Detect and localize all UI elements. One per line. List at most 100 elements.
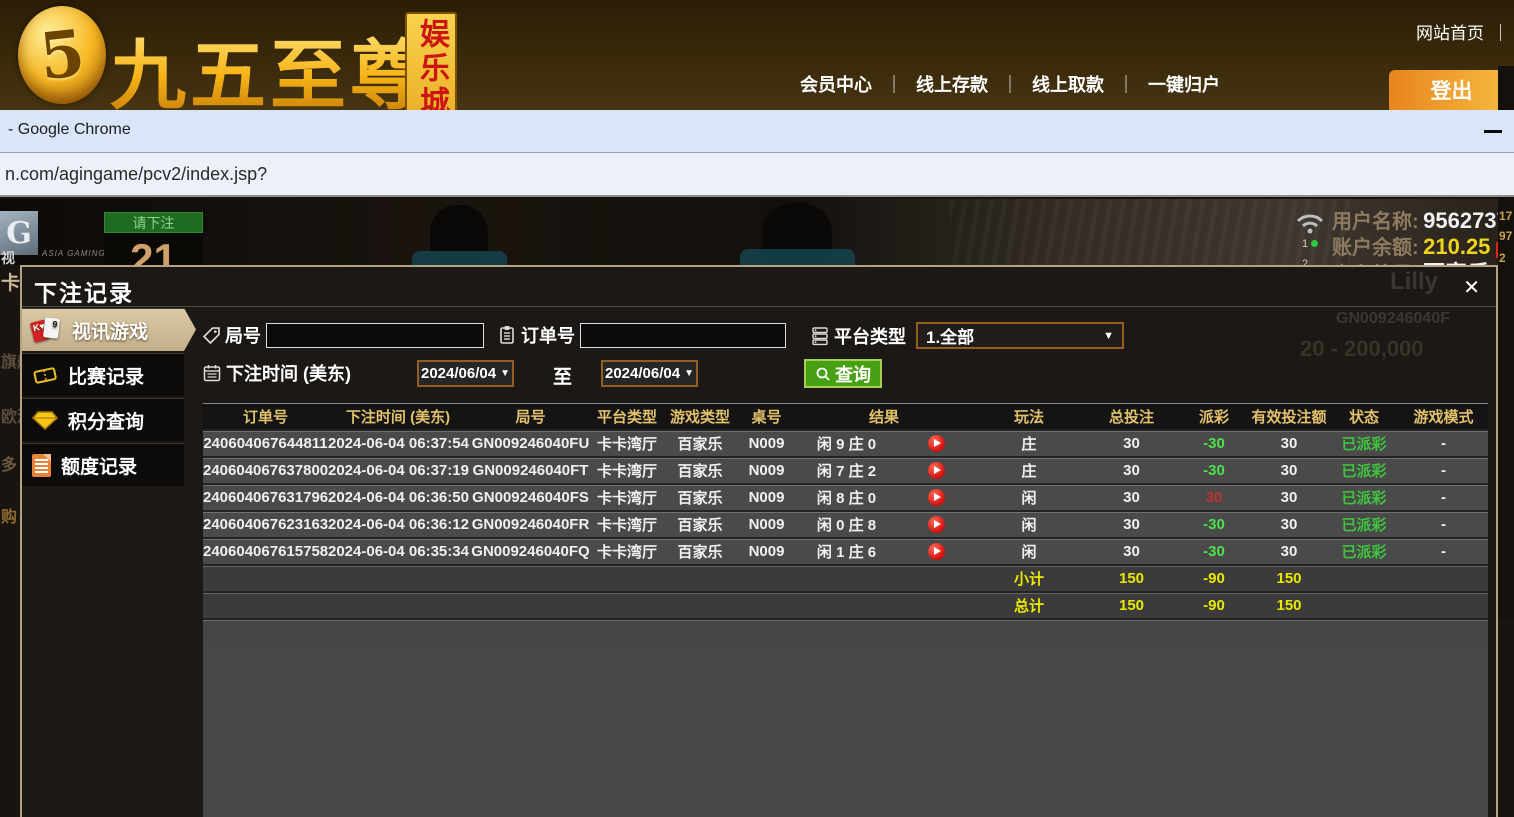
modal-title: 下注记录	[34, 274, 134, 308]
replay-cell	[899, 538, 974, 565]
date-to-select[interactable]: 2024/06/04 ▼	[601, 360, 698, 387]
modal-title-bar: 下注记录 ✕	[22, 267, 1496, 307]
sidebar-item-points-query[interactable]: 积分查询	[22, 398, 184, 441]
col-round: 局号	[468, 404, 593, 430]
platform-type-select[interactable]: 1.全部 ▼	[916, 322, 1124, 349]
modal-content: 局号 订单号 平台类型 1.全部 ▼	[203, 308, 1488, 817]
sidebar-item-label: 视讯游戏	[72, 317, 148, 344]
cell-mode: -	[1399, 457, 1488, 484]
bet-records-table: 订单号 下注时间 (美东) 局号 平台类型 游戏类型 桌号 结果 玩法 总投注 …	[203, 404, 1488, 643]
cell-round: GN009246040FQ	[468, 538, 593, 565]
col-valid-bet: 有效投注额	[1249, 404, 1329, 430]
nav-separator: ｜	[1001, 71, 1019, 97]
cell-round: GN009246040FS	[468, 484, 593, 511]
cell-valid_bet: 30	[1249, 457, 1329, 484]
table-row: 2406040676231632024-06-04 06:36:12GN0092…	[203, 511, 1488, 538]
search-button[interactable]: 查询	[804, 359, 882, 388]
table-header-row: 订单号 下注时间 (美东) 局号 平台类型 游戏类型 桌号 结果 玩法 总投注 …	[203, 404, 1488, 430]
nav-withdraw[interactable]: 线上取款	[1032, 71, 1104, 97]
subtotal-valid-bet: 150	[1249, 565, 1329, 592]
cell-valid_bet: 30	[1249, 538, 1329, 565]
bet-records-modal: 下注记录 ✕ K♥9 视讯游戏 比赛记录 积分查询	[20, 265, 1498, 817]
platform-type-value: 1.全部	[926, 323, 974, 348]
sidebar-item-label: 额度记录	[61, 452, 137, 479]
document-icon	[32, 454, 51, 477]
bet-table-body: 2406040676448112024-06-04 06:37:54GN0092…	[203, 430, 1488, 643]
cell-game: 百家乐	[661, 484, 739, 511]
nav-member-center[interactable]: 会员中心	[800, 71, 872, 97]
col-order: 订单号	[203, 404, 328, 430]
sidebar-item-match-records[interactable]: 比赛记录	[22, 353, 184, 396]
cell-round: GN009246040FU	[468, 430, 593, 457]
col-status: 状态	[1329, 404, 1399, 430]
home-link[interactable]: 网站首页	[1416, 19, 1484, 44]
cell-time: 2024-06-04 06:36:50	[328, 484, 468, 511]
chevron-down-icon: ▼	[500, 368, 510, 379]
cell-time: 2024-06-04 06:37:54	[328, 430, 468, 457]
cell-time: 2024-06-04 06:36:12	[328, 511, 468, 538]
chevron-down-icon: ▼	[684, 368, 694, 379]
cell-status: 已派彩	[1329, 430, 1399, 457]
platform-type-label: 平台类型	[834, 323, 906, 349]
account-info-panel: 1 2 用户名称: 956273770 账户余额: 210.25 桌台编号: 百…	[1286, 205, 1514, 265]
cell-order: 240604067644811	[203, 430, 328, 457]
table-row: 2406040676448112024-06-04 06:37:54GN0092…	[203, 430, 1488, 457]
sidebar-item-video-games[interactable]: K♥9 视讯游戏	[22, 308, 196, 351]
sidebar-item-quota-records[interactable]: 额度记录	[22, 443, 184, 486]
nav-separator: ｜	[885, 71, 903, 97]
tag-icon	[203, 327, 220, 344]
col-bet-time: 下注时间 (美东)	[328, 404, 468, 430]
url-text: n.com/agingame/pcv2/index.jsp?	[0, 164, 267, 185]
grand-total-row: 总计 150 -90 150	[203, 592, 1488, 619]
logout-button[interactable]: 登出	[1389, 70, 1514, 110]
username-label: 用户名称:	[1332, 211, 1419, 233]
replay-video-icon[interactable]	[928, 489, 945, 506]
replay-cell	[899, 430, 974, 457]
cell-time: 2024-06-04 06:35:34	[328, 538, 468, 565]
clipboard-icon	[498, 325, 516, 345]
platform-icon	[811, 326, 829, 346]
cell-valid_bet: 30	[1249, 484, 1329, 511]
date-from-value: 2024/06/04	[421, 365, 496, 382]
search-button-label: 查询	[835, 361, 871, 387]
date-from-select[interactable]: 2024/06/04 ▼	[417, 360, 514, 387]
brand-logo-circle: 5	[18, 6, 106, 104]
replay-video-icon[interactable]	[928, 516, 945, 533]
replay-video-icon[interactable]	[928, 462, 945, 479]
cell-payout: -30	[1179, 430, 1249, 457]
replay-video-icon[interactable]	[928, 435, 945, 452]
col-playtype: 玩法	[974, 404, 1084, 430]
order-number-input[interactable]	[580, 323, 786, 348]
cell-status: 已派彩	[1329, 538, 1399, 565]
cell-platform: 卡卡湾厅	[593, 457, 661, 484]
cell-payout: -30	[1179, 538, 1249, 565]
chrome-url-bar[interactable]: n.com/agingame/pcv2/index.jsp?	[0, 153, 1514, 197]
close-icon[interactable]: ✕	[1463, 275, 1480, 300]
order-number-label: 订单号	[521, 322, 575, 348]
cell-payout: -30	[1179, 457, 1249, 484]
brand-name: 九五至尊	[110, 14, 430, 124]
round-number-input[interactable]	[266, 323, 484, 348]
subtotal-row: 小计 150 -90 150	[203, 565, 1488, 592]
nav-deposit[interactable]: 线上存款	[916, 71, 988, 97]
cell-mode: -	[1399, 484, 1488, 511]
sidebar-item-label: 比赛记录	[68, 362, 144, 389]
cell-total_bet: 30	[1084, 430, 1179, 457]
cell-total_bet: 30	[1084, 511, 1179, 538]
grand-total-payout: -90	[1179, 592, 1249, 619]
date-range-to-label: 至	[553, 362, 572, 389]
replay-video-icon[interactable]	[928, 543, 945, 560]
calendar-icon	[203, 364, 221, 382]
cell-result: 闲 7 庄 2	[794, 457, 899, 484]
cell-playtype: 庄	[974, 430, 1084, 457]
cell-game: 百家乐	[661, 457, 739, 484]
cell-table_no: N009	[739, 511, 794, 538]
minimize-icon[interactable]	[1484, 130, 1502, 133]
road-index-1: 1	[1302, 238, 1308, 250]
cell-round: GN009246040FR	[468, 511, 593, 538]
cell-order: 240604067637800	[203, 457, 328, 484]
nav-one-click-transfer[interactable]: 一键归户	[1148, 71, 1220, 97]
cell-time: 2024-06-04 06:37:19	[328, 457, 468, 484]
cell-platform: 卡卡湾厅	[593, 511, 661, 538]
cell-total_bet: 30	[1084, 484, 1179, 511]
